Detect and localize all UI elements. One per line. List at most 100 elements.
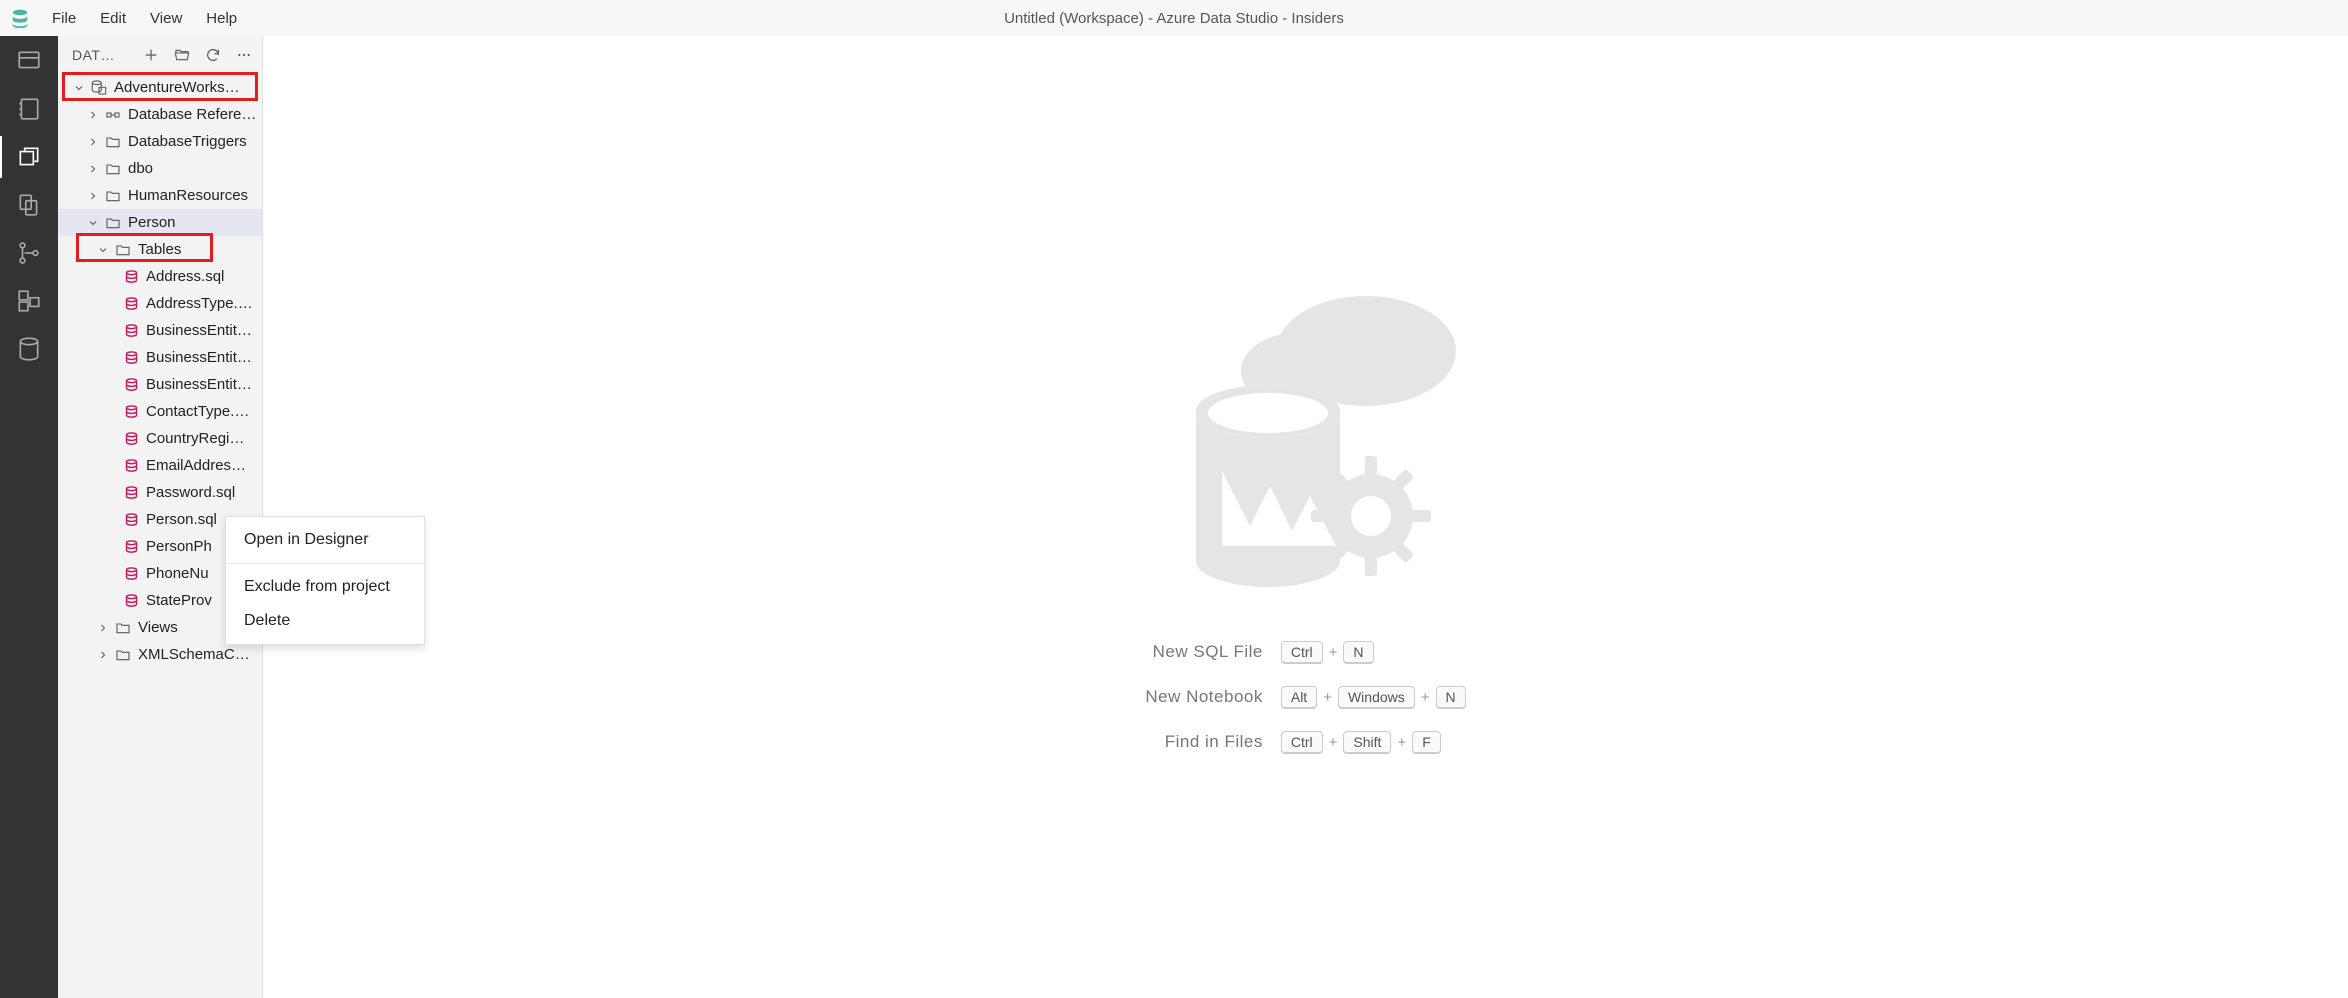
tree-node-label: Views — [138, 619, 178, 636]
new-project-icon[interactable] — [143, 46, 159, 64]
tree-file[interactable]: BusinessEntit… — [58, 344, 262, 371]
shortcut-keys: Alt + Windows + N — [1281, 686, 1466, 709]
chevron-right-icon — [86, 135, 100, 149]
menu-edit[interactable]: Edit — [88, 4, 138, 33]
shortcut-label: Find in Files — [1145, 732, 1263, 752]
tree-root-label: AdventureWorks… — [114, 79, 240, 96]
chevron-down-icon — [96, 243, 110, 257]
table-icon — [122, 511, 140, 529]
tree-file-label: PersonPh — [146, 538, 212, 555]
context-menu-delete[interactable]: Delete — [226, 604, 424, 638]
plus-icon: + — [1329, 644, 1338, 661]
tree-file-label: BusinessEntit… — [146, 349, 252, 366]
tree-node[interactable]: dbo — [58, 155, 262, 182]
panel-header: DAT… — [58, 36, 262, 72]
tree-node-label: dbo — [128, 160, 153, 177]
tree-node-label: Person — [128, 214, 176, 231]
title-bar: File Edit View Help Untitled (Workspace)… — [0, 0, 2348, 36]
chevron-down-icon — [86, 216, 100, 230]
tree-file[interactable]: ContactType.… — [58, 398, 262, 425]
folder-icon — [114, 241, 132, 259]
table-icon — [122, 268, 140, 286]
tree-file[interactable]: BusinessEntit… — [58, 317, 262, 344]
menu-bar: File Edit View Help — [40, 4, 249, 33]
window-title: Untitled (Workspace) - Azure Data Studio… — [1004, 10, 1344, 27]
key: Ctrl — [1281, 641, 1323, 664]
table-icon — [122, 538, 140, 556]
tree-file-label: Password.sql — [146, 484, 235, 501]
tree-node-label: DatabaseTriggers — [128, 133, 247, 150]
table-icon — [122, 403, 140, 421]
table-icon — [122, 484, 140, 502]
activity-search-icon[interactable] — [14, 190, 44, 220]
menu-file[interactable]: File — [40, 4, 88, 33]
chevron-right-icon — [86, 189, 100, 203]
context-menu-open-designer[interactable]: Open in Designer — [226, 523, 424, 557]
tree-node[interactable]: Database Refere… — [58, 101, 262, 128]
tree-node[interactable]: HumanResources — [58, 182, 262, 209]
plus-icon: + — [1329, 734, 1338, 751]
table-icon — [122, 322, 140, 340]
tree-file-label: PhoneNu — [146, 565, 209, 582]
key: Ctrl — [1281, 731, 1323, 754]
table-icon — [122, 565, 140, 583]
folder-icon — [104, 214, 122, 232]
table-icon — [122, 295, 140, 313]
key: F — [1412, 731, 1441, 754]
tree-node-person[interactable]: Person — [58, 209, 262, 236]
chevron-right-icon — [86, 108, 100, 122]
shortcut-label: New Notebook — [1145, 687, 1263, 707]
app-logo-icon — [0, 7, 40, 29]
key: N — [1436, 686, 1466, 709]
tree-file[interactable]: BusinessEntit… — [58, 371, 262, 398]
panel-header-label: DAT… — [72, 47, 115, 63]
reference-icon — [104, 106, 122, 124]
tree-file[interactable]: AddressType.… — [58, 290, 262, 317]
tree-file[interactable]: EmailAddres… — [58, 452, 262, 479]
context-menu: Open in Designer Exclude from project De… — [225, 516, 425, 645]
context-menu-exclude[interactable]: Exclude from project — [226, 570, 424, 604]
open-folder-icon[interactable] — [173, 46, 191, 64]
tree-root[interactable]: AdventureWorks… — [58, 74, 262, 101]
table-icon — [122, 349, 140, 367]
tree-file[interactable]: CountryRegi… — [58, 425, 262, 452]
tree-file-label: EmailAddres… — [146, 457, 246, 474]
activity-extensions-icon[interactable] — [14, 286, 44, 316]
table-icon — [122, 376, 140, 394]
plus-icon: + — [1397, 734, 1406, 751]
chevron-down-icon — [72, 81, 86, 95]
table-icon — [122, 430, 140, 448]
tree-node-label: Tables — [138, 241, 181, 258]
activity-connections-icon[interactable] — [14, 46, 44, 76]
context-menu-separator — [226, 563, 424, 564]
tree-node[interactable]: DatabaseTriggers — [58, 128, 262, 155]
folder-icon — [114, 646, 132, 664]
activity-explorer-icon[interactable] — [14, 142, 44, 172]
tree-file[interactable]: Address.sql — [58, 263, 262, 290]
folder-icon — [114, 619, 132, 637]
tree-node-xmlschema[interactable]: XMLSchemaC… — [58, 641, 262, 668]
menu-view[interactable]: View — [138, 4, 194, 33]
chevron-right-icon — [96, 648, 110, 662]
activity-notebooks-icon[interactable] — [14, 94, 44, 124]
menu-help[interactable]: Help — [194, 4, 249, 33]
tree-file[interactable]: Password.sql — [58, 479, 262, 506]
tree-file-label: CountryRegi… — [146, 430, 244, 447]
folder-icon — [104, 160, 122, 178]
folder-icon — [104, 133, 122, 151]
tree-node-tables[interactable]: Tables — [58, 236, 262, 263]
refresh-icon[interactable] — [205, 46, 221, 64]
tree-node-label: HumanResources — [128, 187, 248, 204]
activity-database-icon[interactable] — [14, 334, 44, 364]
tree-file-label: Address.sql — [146, 268, 224, 285]
more-icon[interactable] — [236, 46, 252, 64]
database-project-icon — [90, 79, 108, 97]
tree-node-label: Database Refere… — [128, 106, 256, 123]
tree-file-label: BusinessEntit… — [146, 322, 252, 339]
tree-file-label: StateProv — [146, 592, 212, 609]
watermark-logo-icon — [1136, 281, 1476, 601]
key: Alt — [1281, 686, 1317, 709]
key: N — [1343, 641, 1373, 664]
activity-source-control-icon[interactable] — [14, 238, 44, 268]
tree-file-label: ContactType.… — [146, 403, 249, 420]
